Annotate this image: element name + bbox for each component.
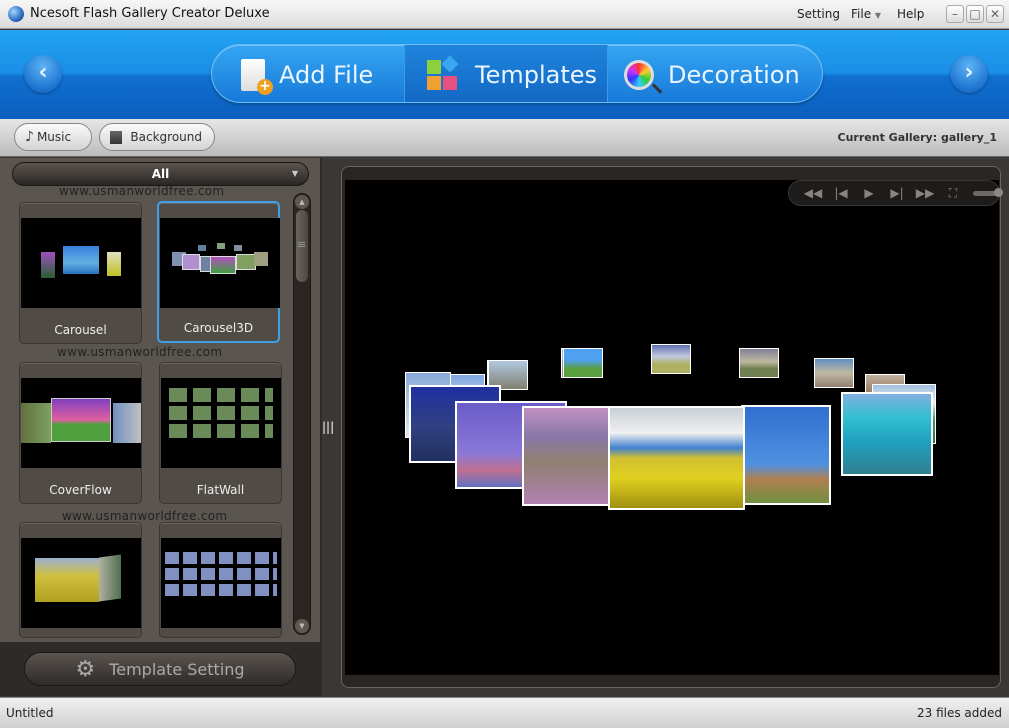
gallery-photo <box>739 348 779 378</box>
menu-file-label: File <box>851 7 872 21</box>
template-cube[interactable] <box>19 522 142 638</box>
tab-templates-label: Templates <box>475 60 598 89</box>
gallery-photo <box>563 348 603 378</box>
music-note-icon: ♪ <box>25 129 34 145</box>
gallery-photo <box>651 344 691 374</box>
step-tabs: Add File Templates Decoration <box>211 44 823 103</box>
template-coverflow[interactable]: CoverFlow <box>19 362 142 504</box>
template-filter-value: All <box>151 167 170 181</box>
menu-file[interactable]: File ▼ <box>851 7 881 21</box>
template-setting-label: Template Setting <box>109 659 245 679</box>
music-button[interactable]: ♪ Music <box>14 123 92 151</box>
scroll-up-arrow-icon[interactable]: ▲ <box>295 195 309 209</box>
template-preview-image <box>21 218 141 308</box>
tab-templates[interactable]: Templates <box>404 45 608 102</box>
template-label: FlatWall <box>196 483 245 497</box>
gallery-photo <box>841 392 933 476</box>
fast-forward-icon[interactable]: ▶▶ <box>911 186 939 200</box>
watermark-text: www.usmanworldfree.com <box>59 184 225 198</box>
background-button[interactable]: Background <box>99 123 215 151</box>
panel-splitter-handle[interactable]: ||| <box>322 420 334 434</box>
tab-add-file[interactable]: Add File <box>237 45 407 102</box>
maximize-button[interactable]: □ <box>966 5 984 23</box>
templates-panel: All ▼ www.usmanworldfree.com Carousel Ca… <box>0 158 322 696</box>
tab-decoration[interactable]: Decoration <box>608 45 822 102</box>
template-label: Carousel3D <box>183 321 254 335</box>
player-controls: ◀◀ |◀ ▶ ▶| ▶▶ ⛶ <box>788 180 1003 206</box>
template-carousel3d[interactable]: Carousel3D <box>157 201 280 343</box>
menu-help[interactable]: Help <box>897 7 924 21</box>
template-filter-dropdown[interactable]: All ▼ <box>12 162 309 186</box>
toolbar: ♪ Music Background Current Gallery: gall… <box>0 119 1009 157</box>
watermark-text: www.usmanworldfree.com <box>62 509 228 523</box>
template-label: CoverFlow <box>49 483 112 497</box>
tab-add-file-label: Add File <box>279 60 374 89</box>
gallery-photo-center <box>608 406 745 510</box>
template-preview-image <box>161 378 281 468</box>
title-bar: Ncesoft Flash Gallery Creator Deluxe Set… <box>0 0 1009 29</box>
chevron-down-icon: ▼ <box>874 11 882 20</box>
next-step-button[interactable]: › <box>950 55 988 93</box>
template-flatwall[interactable]: FlatWall <box>159 362 282 504</box>
template-setting-button[interactable]: ⚙ Template Setting <box>24 652 296 686</box>
template-label: Carousel <box>54 323 107 337</box>
main-nav: ‹ Add File Templates Decoration › <box>0 30 1009 119</box>
background-square-icon <box>110 130 123 144</box>
template-preview-image <box>161 538 281 628</box>
current-gallery-label: Current Gallery: gallery_1 <box>837 131 997 144</box>
scroll-down-arrow-icon[interactable]: ▼ <box>295 619 309 633</box>
gallery-preview-panel: ◀◀ |◀ ▶ ▶| ▶▶ ⛶ <box>341 166 1003 688</box>
gallery-photo <box>522 406 610 506</box>
gallery-photo <box>741 405 831 505</box>
volume-slider[interactable] <box>973 187 1003 197</box>
app-logo-icon <box>8 6 24 22</box>
chevron-left-icon: ‹ <box>38 60 48 85</box>
music-label: Music <box>36 130 72 144</box>
menu-setting[interactable]: Setting <box>797 7 840 21</box>
scrollbar-thumb[interactable] <box>296 210 308 282</box>
template-preview-image <box>21 378 141 468</box>
chevron-down-icon: ▼ <box>291 169 298 178</box>
add-file-icon <box>241 58 273 95</box>
play-icon[interactable]: ▶ <box>855 186 883 200</box>
previous-icon[interactable]: |◀ <box>827 186 855 200</box>
template-preview-image <box>160 218 280 308</box>
status-files-count: 23 files added <box>916 706 1002 720</box>
templates-icon <box>427 55 461 92</box>
previous-step-button[interactable]: ‹ <box>24 55 62 93</box>
rewind-icon[interactable]: ◀◀ <box>799 186 827 200</box>
gallery-preview-stage: ◀◀ |◀ ▶ ▶| ▶▶ ⛶ <box>345 180 1003 675</box>
templates-scrollbar[interactable]: ▲ ▼ <box>293 193 311 635</box>
gear-icon: ⚙ <box>75 656 96 682</box>
template-curved-wall[interactable] <box>159 522 282 638</box>
chevron-right-icon: › <box>964 60 974 85</box>
background-label: Background <box>130 130 202 144</box>
watermark-text: www.usmanworldfree.com <box>57 345 223 359</box>
template-carousel[interactable]: Carousel <box>19 202 142 344</box>
template-preview-image <box>21 538 141 628</box>
decoration-icon <box>624 59 654 90</box>
status-document-name: Untitled <box>6 706 54 720</box>
minimize-button[interactable]: – <box>946 5 964 23</box>
close-button[interactable]: ✕ <box>986 5 1004 23</box>
status-bar: Untitled 23 files added <box>0 697 1009 728</box>
fullscreen-icon[interactable]: ⛶ <box>939 186 967 201</box>
window-title: Ncesoft Flash Gallery Creator Deluxe <box>30 6 270 21</box>
gallery-photo <box>814 358 854 388</box>
template-settings-area: ⚙ Template Setting <box>0 642 320 696</box>
tab-decoration-label: Decoration <box>668 60 800 89</box>
next-icon[interactable]: ▶| <box>883 186 911 200</box>
